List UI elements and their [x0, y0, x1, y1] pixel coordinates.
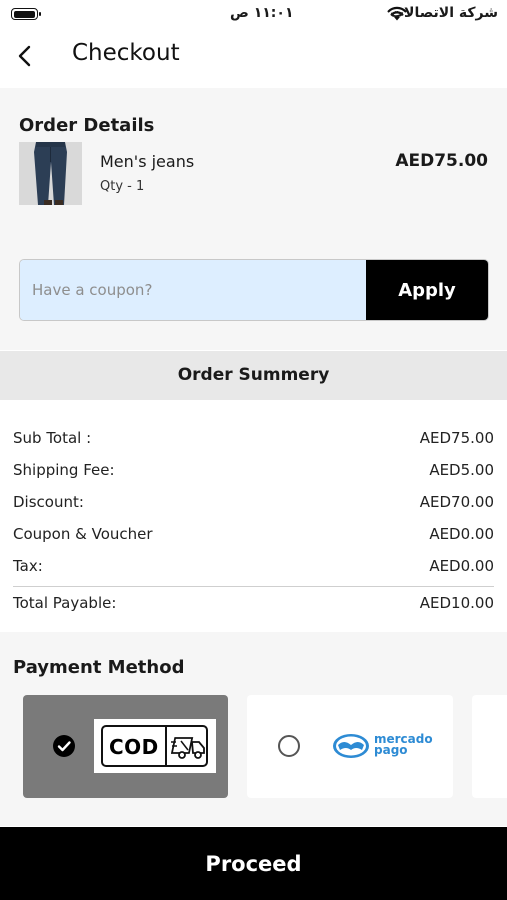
- summary-divider: [13, 586, 494, 587]
- order-details-section: Order Details Men's jeans Qty - 1 AED75.…: [0, 88, 507, 350]
- summary-row-total: Total Payable: AED10.00: [13, 594, 494, 618]
- jeans-product-image: [19, 142, 82, 205]
- summary-label: Coupon & Voucher: [13, 525, 153, 543]
- delivery-truck-icon: [171, 737, 205, 759]
- cod-logo: COD: [94, 719, 216, 773]
- summary-label: Shipping Fee:: [13, 461, 115, 479]
- summary-row-tax: Tax: AED0.00: [13, 557, 494, 581]
- summary-label: Sub Total :: [13, 429, 92, 447]
- summary-label: Discount:: [13, 493, 84, 511]
- product-price: AED75.00: [395, 151, 488, 171]
- mercado-pago-text-2: pago: [374, 743, 408, 757]
- chevron-left-icon[interactable]: [12, 42, 40, 70]
- order-summary-list: Sub Total : AED75.00 Shipping Fee: AED5.…: [0, 400, 507, 632]
- product-quantity: Qty - 1: [100, 179, 145, 194]
- battery-icon: [11, 8, 41, 20]
- payment-option-cod[interactable]: COD: [23, 695, 228, 798]
- payment-option-more[interactable]: [472, 695, 507, 798]
- total-label: Total Payable:: [13, 594, 117, 612]
- proceed-button[interactable]: Proceed: [0, 827, 507, 900]
- mercado-pago-logo: mercado pago: [332, 731, 433, 763]
- summary-row-subtotal: Sub Total : AED75.00: [13, 429, 494, 453]
- total-value: AED10.00: [419, 594, 494, 612]
- status-time: ١١:٠١ ص: [230, 5, 294, 21]
- coupon-form: Apply: [19, 259, 489, 321]
- summary-row-discount: Discount: AED70.00: [13, 493, 494, 517]
- summary-value: AED0.00: [429, 525, 494, 543]
- summary-value: AED70.00: [419, 493, 494, 511]
- status-bar: ١١:٠١ ص شركة الاتصالات: [0, 0, 507, 30]
- app-header: Checkout: [0, 30, 507, 86]
- coupon-input[interactable]: [20, 260, 367, 320]
- order-summary-heading: Order Summery: [0, 351, 507, 400]
- cod-logo-text: COD: [109, 735, 159, 759]
- summary-row-shipping: Shipping Fee: AED5.00: [13, 461, 494, 485]
- checkmark-icon: [53, 735, 75, 757]
- summary-value: AED5.00: [429, 461, 494, 479]
- page-title: Checkout: [72, 40, 180, 66]
- product-name: Men's jeans: [100, 152, 195, 171]
- apply-coupon-button[interactable]: Apply: [366, 260, 488, 320]
- payment-method-section: Payment Method COD mercado pago: [0, 632, 507, 826]
- payment-option-mercado-pago[interactable]: mercado pago: [247, 695, 453, 798]
- summary-value: AED75.00: [419, 429, 494, 447]
- summary-label: Tax:: [13, 557, 43, 575]
- payment-method-heading: Payment Method: [13, 657, 185, 678]
- summary-row-coupon: Coupon & Voucher AED0.00: [13, 525, 494, 549]
- summary-value: AED0.00: [429, 557, 494, 575]
- order-details-heading: Order Details: [19, 115, 155, 136]
- radio-button[interactable]: [278, 735, 300, 757]
- carrier-name: شركة الاتصالات: [389, 5, 498, 21]
